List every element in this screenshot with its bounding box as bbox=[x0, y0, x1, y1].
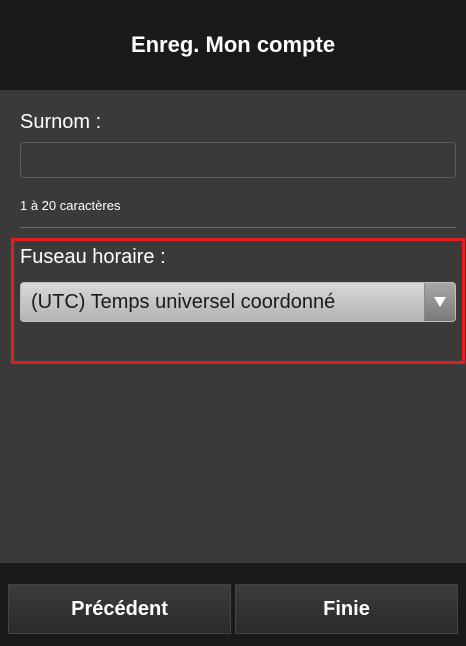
timezone-selected-value: (UTC) Temps universel coordonné bbox=[31, 290, 336, 313]
page-title: Enreg. Mon compte bbox=[130, 32, 336, 57]
footer-bar: Précédent Finie bbox=[0, 563, 466, 646]
timezone-select[interactable]: (UTC) Temps universel coordonné bbox=[20, 282, 456, 322]
nickname-label: Surnom : bbox=[20, 111, 102, 133]
header-bar: Enreg. Mon compte bbox=[0, 0, 466, 90]
nickname-input[interactable] bbox=[20, 142, 456, 178]
section-divider bbox=[20, 227, 456, 228]
nickname-hint: 1 à 20 caractères bbox=[20, 198, 121, 213]
account-registration-screen: Enreg. Mon compte Surnom : 1 à 20 caract… bbox=[0, 0, 466, 646]
previous-button[interactable]: Précédent bbox=[8, 584, 231, 634]
finish-button[interactable]: Finie bbox=[235, 584, 458, 634]
chevron-down-icon[interactable] bbox=[424, 283, 455, 321]
timezone-label: Fuseau horaire : bbox=[20, 246, 166, 268]
